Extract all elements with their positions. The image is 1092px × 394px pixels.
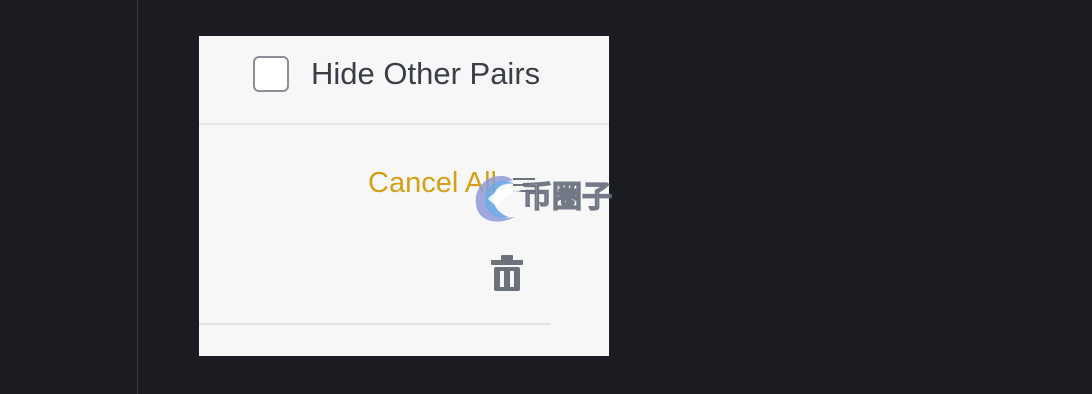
page-canvas: Hide Other Pairs Cancel All 币圈子: [0, 0, 1092, 394]
left-divider: [137, 0, 138, 394]
watermark-text: 币圈子: [522, 180, 612, 215]
hide-other-pairs-label: Hide Other Pairs: [311, 56, 541, 91]
panel-divider-bottom: [199, 323, 551, 325]
hide-other-pairs-toggle[interactable]: Hide Other Pairs: [253, 54, 540, 94]
watermark-logo: 币圈子: [470, 168, 620, 224]
panel-divider-top: [199, 123, 609, 125]
hide-other-pairs-checkbox[interactable]: [253, 56, 289, 92]
trash-icon[interactable]: [490, 254, 524, 292]
